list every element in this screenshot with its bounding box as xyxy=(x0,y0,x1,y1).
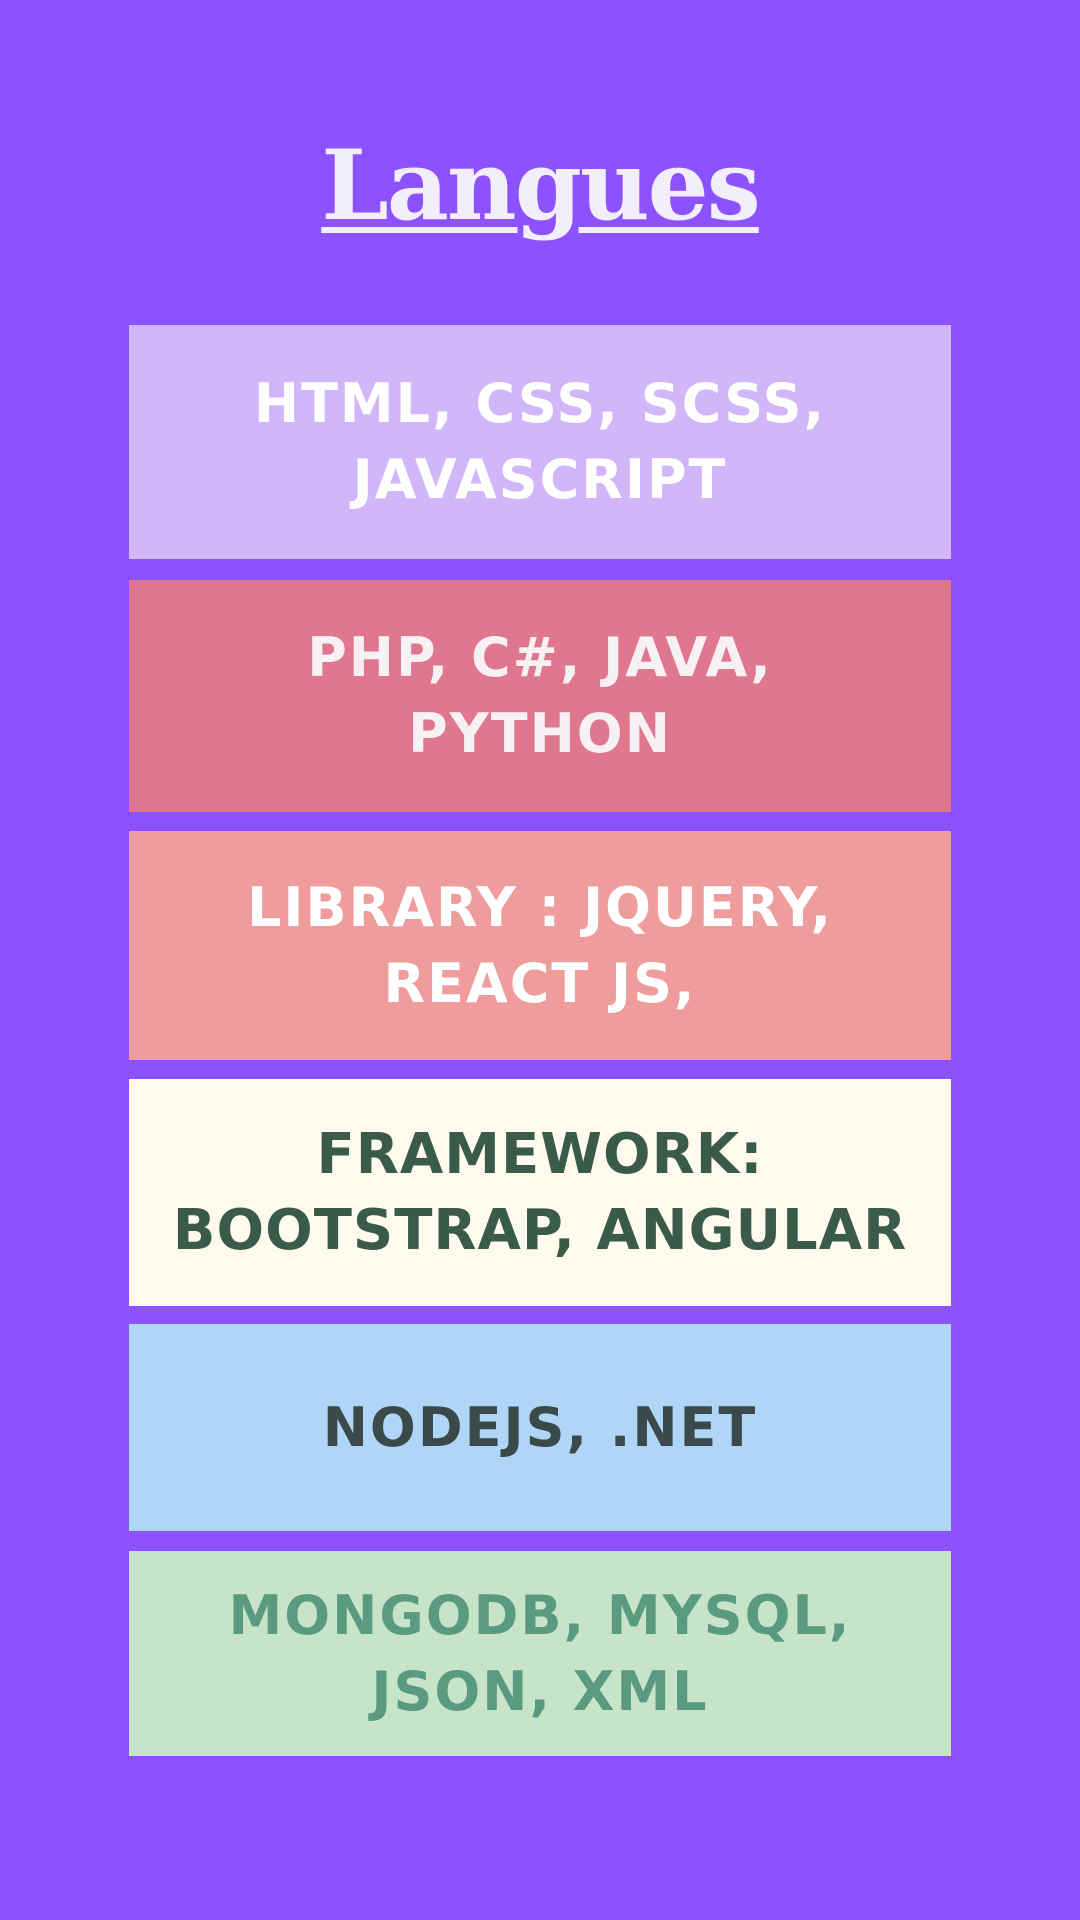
language-card-text: PHP, C#, JAVA, PYTHON xyxy=(307,626,773,765)
language-card-runtime: NODEJS, .NET xyxy=(129,1324,951,1531)
language-card-framework: FRAMEWORK: BOOTSTRAP, ANGULAR xyxy=(129,1079,951,1306)
language-card-library: LIBRARY : JQUERY, REACT JS, xyxy=(129,831,951,1060)
language-card-web: HTML, CSS, SCSS, JAVASCRIPT xyxy=(129,325,951,559)
language-card-text: MONGODB, MYSQL, JSON, XML xyxy=(228,1583,852,1723)
language-card-text: NODEJS, .NET xyxy=(322,1395,758,1459)
language-card-text: FRAMEWORK: BOOTSTRAP, ANGULAR xyxy=(172,1121,908,1263)
language-card-text: LIBRARY : JQUERY, REACT JS, xyxy=(247,875,833,1015)
page-title: Langues xyxy=(321,129,761,242)
language-card-text: HTML, CSS, SCSS, JAVASCRIPT xyxy=(253,372,827,511)
language-card-backend: PHP, C#, JAVA, PYTHON xyxy=(129,580,951,812)
language-card-data: MONGODB, MYSQL, JSON, XML xyxy=(129,1551,951,1756)
